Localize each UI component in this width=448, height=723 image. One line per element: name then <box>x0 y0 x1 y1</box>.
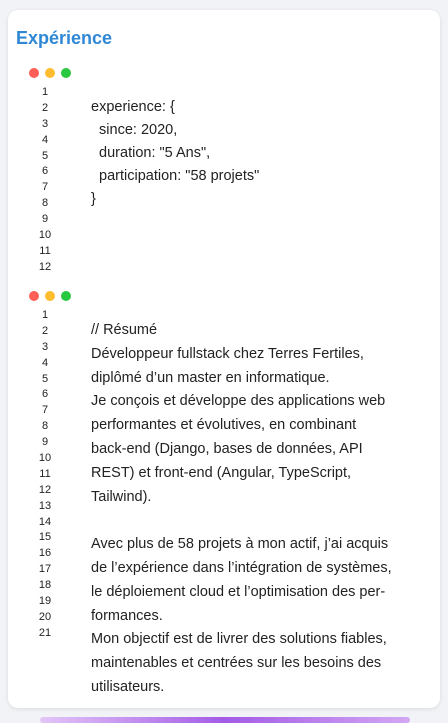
code-line: Je conçois et développe des applications… <box>91 393 386 410</box>
code-content: experience: { since: 2020, duration: "5 … <box>91 96 431 211</box>
code-line: le déploiement cloud et l’optimisation d… <box>91 583 386 600</box>
line-number: 9 <box>41 213 49 226</box>
line-number: 6 <box>41 165 49 178</box>
line-number: 18 <box>38 579 52 592</box>
bottom-gradient-bar <box>40 717 410 723</box>
window-controls <box>29 68 71 78</box>
maximize-dot-icon <box>61 68 71 78</box>
line-number: 11 <box>39 467 51 480</box>
line-number: 3 <box>41 340 49 353</box>
line-number: 14 <box>38 515 52 528</box>
line-number: 3 <box>41 117 49 130</box>
code-line: experience: { <box>91 99 175 115</box>
experience-card: Expérience 1 2 3 4 5 6 7 8 9 10 11 12 ex… <box>8 10 440 708</box>
line-number: 13 <box>38 499 52 512</box>
line-number-gutter: 1 2 3 4 5 6 7 8 9 10 11 12 <box>30 85 60 276</box>
code-line: Avec plus de 58 projets à mon actif, j’a… <box>91 536 389 553</box>
code-line: } <box>91 191 96 207</box>
minimize-dot-icon <box>45 291 55 301</box>
code-line: formances. <box>91 607 163 624</box>
line-number: 5 <box>41 149 49 162</box>
line-number: 1 <box>41 86 49 98</box>
line-number: 4 <box>41 356 49 369</box>
code-content: // Résumé Développeur fullstack chez Ter… <box>91 319 431 700</box>
maximize-dot-icon <box>61 291 71 301</box>
line-number: 12 <box>38 260 52 273</box>
line-number: 2 <box>41 324 49 337</box>
line-number-gutter: 1 2 3 4 5 6 7 8 9 10 11 12 13 14 15 16 1… <box>30 308 60 642</box>
code-line: participation: "58 projets" <box>91 168 260 184</box>
minimize-dot-icon <box>45 68 55 78</box>
line-number: 8 <box>41 197 49 210</box>
code-line: Tailwind). <box>91 488 152 505</box>
section-title: Expérience <box>16 28 113 48</box>
line-number: 6 <box>41 388 49 401</box>
line-number: 19 <box>38 595 52 608</box>
line-number: 20 <box>38 610 52 623</box>
line-number: 5 <box>41 372 49 385</box>
code-line: REST) et front-end (Angular, TypeScript, <box>91 464 352 481</box>
line-number: 7 <box>41 181 49 194</box>
line-number: 10 <box>38 452 52 465</box>
line-number: 16 <box>38 547 52 560</box>
code-line: back-end (Django, bases de données, API <box>91 440 363 457</box>
line-number: 7 <box>41 404 49 417</box>
line-number: 12 <box>38 483 52 496</box>
close-dot-icon <box>29 291 39 301</box>
code-line: since: 2020, <box>91 122 178 138</box>
window-controls <box>29 291 71 301</box>
code-line: de l’expérience dans l’intégration de sy… <box>91 559 392 576</box>
line-number: 2 <box>41 101 49 114</box>
close-dot-icon <box>29 68 39 78</box>
line-number: 21 <box>38 626 52 639</box>
line-number: 9 <box>41 436 49 449</box>
line-number: 11 <box>39 244 51 257</box>
code-line: performantes et évolutives, en combinant <box>91 417 357 434</box>
line-number: 17 <box>38 563 52 576</box>
line-number: 15 <box>38 531 52 544</box>
line-number: 8 <box>41 420 49 433</box>
comment-line: // Résumé <box>91 322 158 338</box>
code-line: duration: "5 Ans", <box>91 145 211 161</box>
code-line: Mon objectif est de livrer des solutions… <box>91 631 387 648</box>
line-number: 10 <box>38 229 52 242</box>
code-line: Développeur fullstack chez Terres Fertil… <box>91 345 364 362</box>
code-line: maintenables et centrées sur les besoins… <box>91 655 382 672</box>
line-number: 4 <box>41 133 49 146</box>
code-line: diplômé d’un master en informatique. <box>91 369 330 386</box>
line-number: 1 <box>41 309 49 321</box>
code-line: utilisateurs. <box>91 678 165 695</box>
